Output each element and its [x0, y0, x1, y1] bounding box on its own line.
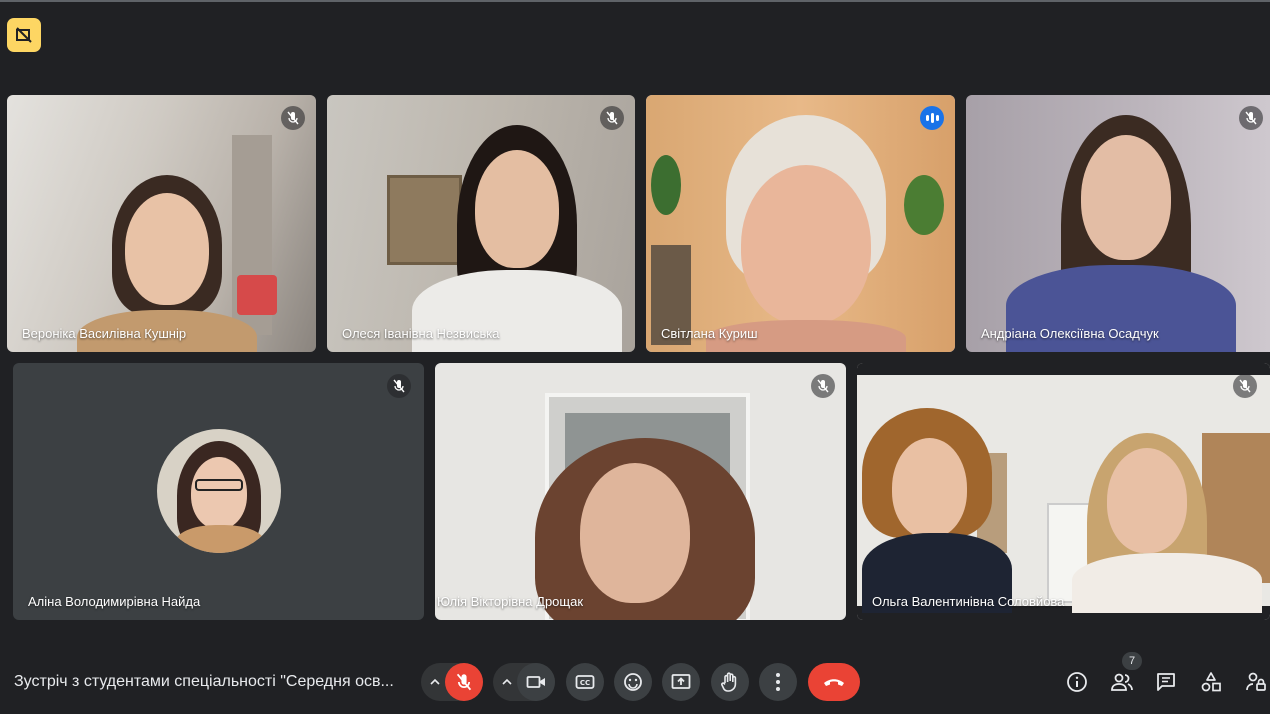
activities-icon — [1201, 672, 1221, 692]
participant-tile-5-camera-off[interactable]: Аліна Володимирівна Найда — [13, 363, 424, 620]
no-video-frame-icon — [16, 27, 32, 43]
participant-mic-status — [387, 374, 411, 398]
captions-button[interactable]: CC — [566, 663, 604, 701]
chat-icon — [1157, 673, 1175, 691]
participant-name: Олеся Іванівна Незвиська — [342, 326, 500, 341]
participant-name: Андріана Олексіївна Осадчук — [981, 326, 1159, 341]
mic-off-icon — [1239, 379, 1251, 393]
closed-captions-icon: CC — [575, 675, 595, 689]
video-feed — [857, 363, 1270, 620]
participant-tile-2[interactable]: Олеся Іванівна Незвиська — [327, 95, 635, 352]
info-icon — [1067, 672, 1087, 692]
participant-mic-status — [1233, 374, 1257, 398]
host-controls-button[interactable] — [1242, 668, 1270, 696]
avatar — [157, 429, 281, 553]
mic-options-button[interactable] — [423, 663, 447, 701]
mic-toggle-button[interactable] — [445, 663, 483, 701]
participant-name: Ольга Валентинівна Соловйова — [872, 594, 1065, 609]
raise-hand-icon — [721, 672, 737, 692]
meeting-details-button[interactable] — [1063, 668, 1091, 696]
chevron-up-icon — [430, 678, 440, 685]
raise-hand-button[interactable] — [711, 663, 749, 701]
participant-mic-status — [600, 106, 624, 130]
present-screen-icon — [671, 674, 691, 689]
more-options-button[interactable] — [759, 663, 797, 701]
participant-name: Аліна Володимирівна Найда — [28, 594, 201, 609]
svg-text:CC: CC — [580, 679, 590, 687]
participant-name: Юлія Вікторівна Дрощак — [437, 594, 584, 609]
mic-off-icon — [456, 673, 472, 691]
participant-tile-3-active-speaker[interactable]: Світлана Куриш — [646, 95, 955, 352]
videocam-icon — [526, 676, 545, 688]
video-feed — [966, 95, 1270, 352]
activities-button[interactable] — [1197, 668, 1225, 696]
mic-off-icon — [393, 379, 405, 393]
video-feed — [646, 95, 955, 352]
mic-off-icon — [1245, 111, 1257, 125]
host-controls-icon — [1246, 672, 1266, 691]
meeting-title: Зустріч з студентами спеціальності "Сере… — [14, 673, 394, 690]
chat-button[interactable] — [1152, 668, 1180, 696]
mic-control-group — [421, 663, 483, 701]
video-feed — [435, 363, 846, 620]
participant-name: Світлана Куриш — [661, 326, 758, 341]
camera-control-group — [493, 663, 555, 701]
chevron-up-icon — [502, 678, 512, 685]
camera-options-button[interactable] — [495, 663, 519, 701]
participant-name: Вероніка Василівна Кушнір — [22, 326, 187, 341]
call-end-icon — [824, 679, 844, 686]
people-button[interactable] — [1108, 668, 1136, 696]
participant-mic-status — [281, 106, 305, 130]
reactions-button[interactable] — [614, 663, 652, 701]
speaking-indicator — [920, 106, 944, 130]
people-icon — [1111, 673, 1133, 691]
participant-mic-status — [811, 374, 835, 398]
video-feed — [327, 95, 635, 352]
more-vertical-icon — [776, 673, 780, 691]
video-feed — [7, 95, 316, 352]
participant-tile-7[interactable]: Ольга Валентинівна Соловйова — [857, 363, 1270, 620]
people-count-badge: 7 — [1122, 652, 1142, 670]
participant-tile-1[interactable]: Вероніка Василівна Кушнір — [7, 95, 316, 352]
control-bar: Зустріч з студентами спеціальності "Сере… — [0, 650, 1270, 714]
mic-off-icon — [817, 379, 829, 393]
participant-tile-4[interactable]: Андріана Олексіївна Осадчук — [966, 95, 1270, 352]
mic-off-icon — [287, 111, 299, 125]
camera-toggle-button[interactable] — [517, 663, 555, 701]
no-video-badge[interactable] — [7, 18, 41, 52]
mic-off-icon — [606, 111, 618, 125]
emoji-icon — [624, 673, 642, 691]
present-button[interactable] — [662, 663, 700, 701]
participant-tile-6[interactable]: Юлія Вікторівна Дрощак — [435, 363, 846, 620]
window-top-border — [0, 0, 1270, 2]
participant-mic-status — [1239, 106, 1263, 130]
leave-call-button[interactable] — [808, 663, 860, 701]
